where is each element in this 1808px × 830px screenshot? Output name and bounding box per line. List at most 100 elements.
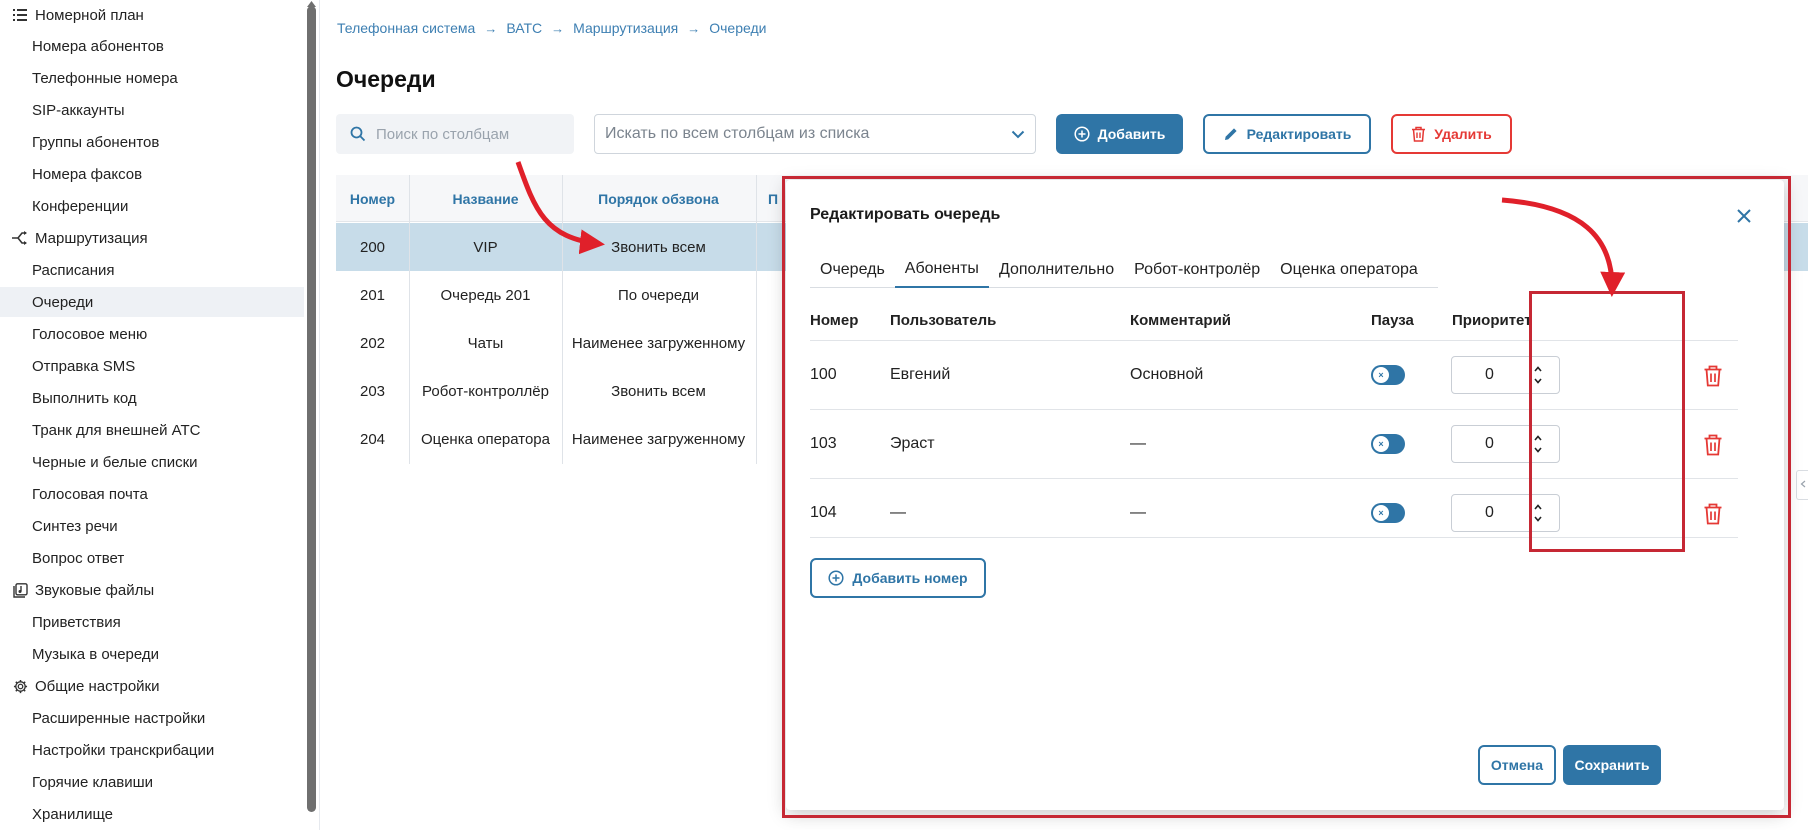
sidebar-item-voice-menu[interactable]: Голосовое меню xyxy=(0,319,304,349)
sidebar-item-subscriber-numbers[interactable]: Номера абонентов xyxy=(0,31,304,61)
routing-icon xyxy=(12,230,28,246)
breadcrumb-arrow-icon: → xyxy=(551,20,565,36)
sidebar-item-label: Расширенные настройки xyxy=(32,709,206,727)
sidebar-item-label: Музыка в очереди xyxy=(32,645,160,663)
cell-call-order: Звонить всем xyxy=(611,382,706,400)
sidebar-item-label: Конференции xyxy=(32,197,129,215)
cell-number: 201 xyxy=(359,286,386,304)
cell-number: 202 xyxy=(359,334,386,352)
sidebar-group-general-settings[interactable]: Общие настройки xyxy=(0,671,304,701)
plus-circle-icon xyxy=(1074,126,1090,142)
cell-call-order: Наименее загруженному xyxy=(571,334,746,352)
sidebar-item-label: Номерной план xyxy=(35,6,144,24)
cell-name: Чаты xyxy=(467,334,504,352)
list-icon xyxy=(12,7,28,23)
sidebar-item-label: Хранилище xyxy=(32,805,113,823)
sidebar-item-label: Вопрос ответ xyxy=(32,549,125,567)
cell-number: 204 xyxy=(359,430,386,448)
sidebar-item-transcription-settings[interactable]: Настройки транскрибации xyxy=(0,735,304,765)
sidebar-scrollbar[interactable] xyxy=(307,6,316,812)
sidebar-item-sip-accounts[interactable]: SIP-аккаунты xyxy=(0,95,304,125)
sidebar-group-routing[interactable]: Маршрутизация xyxy=(0,223,304,253)
gear-icon xyxy=(12,678,28,694)
breadcrumb-arrow-icon: → xyxy=(484,20,498,36)
sidebar-item-run-code[interactable]: Выполнить код xyxy=(0,383,304,413)
sidebar-item-conferences[interactable]: Конференции xyxy=(0,191,304,221)
sidebar-item-advanced-settings[interactable]: Расширенные настройки xyxy=(0,703,304,733)
chevron-down-icon xyxy=(1011,130,1025,139)
sidebar-item-label: Черные и белые списки xyxy=(32,453,198,471)
sidebar-item-label: Голосовая почта xyxy=(32,485,148,503)
cell-call-order: По очереди xyxy=(618,286,699,304)
breadcrumb-link-telephony[interactable]: Телефонная система xyxy=(337,20,475,36)
sidebar-item-label: Голосовое меню xyxy=(32,325,148,343)
sidebar-item-label: Телефонные номера xyxy=(32,69,178,87)
sidebar-item-label: Горячие клавиши xyxy=(32,773,154,791)
delete-button[interactable]: Удалить xyxy=(1391,114,1512,154)
add-button-label: Добавить xyxy=(1097,126,1166,142)
search-input[interactable] xyxy=(376,125,566,143)
sidebar-item-send-sms[interactable]: Отправка SMS xyxy=(0,351,304,381)
sidebar-item-black-white-lists[interactable]: Черные и белые списки xyxy=(0,447,304,477)
sidebar-item-greetings[interactable]: Приветствия xyxy=(0,607,304,637)
cell-number: 200 xyxy=(359,238,386,256)
column-divider xyxy=(409,175,410,464)
column-header-call-order[interactable]: Порядок обзвона xyxy=(562,175,755,222)
sidebar-item-label: Звуковые файлы xyxy=(35,581,155,599)
column-header-number[interactable]: Номер xyxy=(336,175,409,222)
breadcrumb-arrow-icon: → xyxy=(687,20,701,36)
sidebar-divider xyxy=(319,0,320,830)
cell-call-order: Звонить всем xyxy=(611,238,706,256)
edit-button[interactable]: Редактировать xyxy=(1203,114,1371,154)
edit-button-label: Редактировать xyxy=(1246,126,1352,142)
sidebar-item-label: Общие настройки xyxy=(35,677,160,695)
collapse-panel-handle[interactable] xyxy=(1796,470,1808,500)
delete-button-label: Удалить xyxy=(1434,126,1492,142)
sidebar-item-speech-synthesis[interactable]: Синтез речи xyxy=(0,511,304,541)
sidebar: Номерной план Номера абонентов Телефонны… xyxy=(0,0,320,830)
sidebar-item-label: Выполнить код xyxy=(32,389,137,407)
sidebar-item-storage[interactable]: Хранилище xyxy=(0,799,304,829)
column-filter-select[interactable]: Искать по всем столбцам из списка xyxy=(594,114,1036,154)
breadcrumb-link-vats[interactable]: ВАТС xyxy=(506,20,542,36)
sidebar-item-label: Транк для внешней АТС xyxy=(32,421,201,439)
column-header-name[interactable]: Название xyxy=(409,175,562,222)
sidebar-item-external-trunk[interactable]: Транк для внешней АТС xyxy=(0,415,304,445)
sidebar-item-label: Очереди xyxy=(32,293,94,311)
sidebar-item-label: Группы абонентов xyxy=(32,133,160,151)
sidebar-item-label: Номера факсов xyxy=(32,165,143,183)
cell-call-order: Наименее загруженному xyxy=(571,430,746,448)
sidebar-item-label: Приветствия xyxy=(32,613,121,631)
chevron-left-icon xyxy=(1800,480,1806,491)
pencil-icon xyxy=(1223,126,1239,142)
sound-files-icon xyxy=(12,582,28,598)
page-title: Очереди xyxy=(336,66,436,92)
add-button[interactable]: Добавить xyxy=(1056,114,1183,154)
breadcrumb-link-routing[interactable]: Маршрутизация xyxy=(573,20,678,36)
sidebar-item-label: Отправка SMS xyxy=(32,357,136,375)
cell-name: Робот-контроллёр xyxy=(422,382,549,400)
sidebar-item-schedules[interactable]: Расписания xyxy=(0,255,304,285)
sidebar-item-hotkeys[interactable]: Горячие клавиши xyxy=(0,767,304,797)
sidebar-item-phone-numbers[interactable]: Телефонные номера xyxy=(0,63,304,93)
cell-name: Оценка оператора xyxy=(420,430,550,448)
cell-name: VIP xyxy=(473,238,498,256)
column-filter-value: Искать по всем столбцам из списка xyxy=(605,125,870,142)
cell-number: 203 xyxy=(359,382,386,400)
search-icon xyxy=(350,126,366,142)
sidebar-group-sound-files[interactable]: Звуковые файлы xyxy=(0,575,304,605)
sidebar-item-queues[interactable]: Очереди xyxy=(0,287,304,317)
search-box[interactable] xyxy=(336,114,574,154)
sidebar-item-question-answer[interactable]: Вопрос ответ xyxy=(0,543,304,573)
annotation-priority-highlight xyxy=(1529,291,1685,552)
sidebar-item-label: Маршрутизация xyxy=(35,229,148,247)
sidebar-item-label: Номера абонентов xyxy=(32,37,164,55)
sidebar-item-label: Расписания xyxy=(32,261,115,279)
sidebar-item-label: Настройки транскрибации xyxy=(32,741,215,759)
sidebar-group-number-plan[interactable]: Номерной план xyxy=(0,0,304,30)
breadcrumb-link-queues[interactable]: Очереди xyxy=(709,20,766,36)
sidebar-item-fax-numbers[interactable]: Номера факсов xyxy=(0,159,304,189)
sidebar-item-subscriber-groups[interactable]: Группы абонентов xyxy=(0,127,304,157)
sidebar-item-voicemail[interactable]: Голосовая почта xyxy=(0,479,304,509)
sidebar-item-queue-music[interactable]: Музыка в очереди xyxy=(0,639,304,669)
